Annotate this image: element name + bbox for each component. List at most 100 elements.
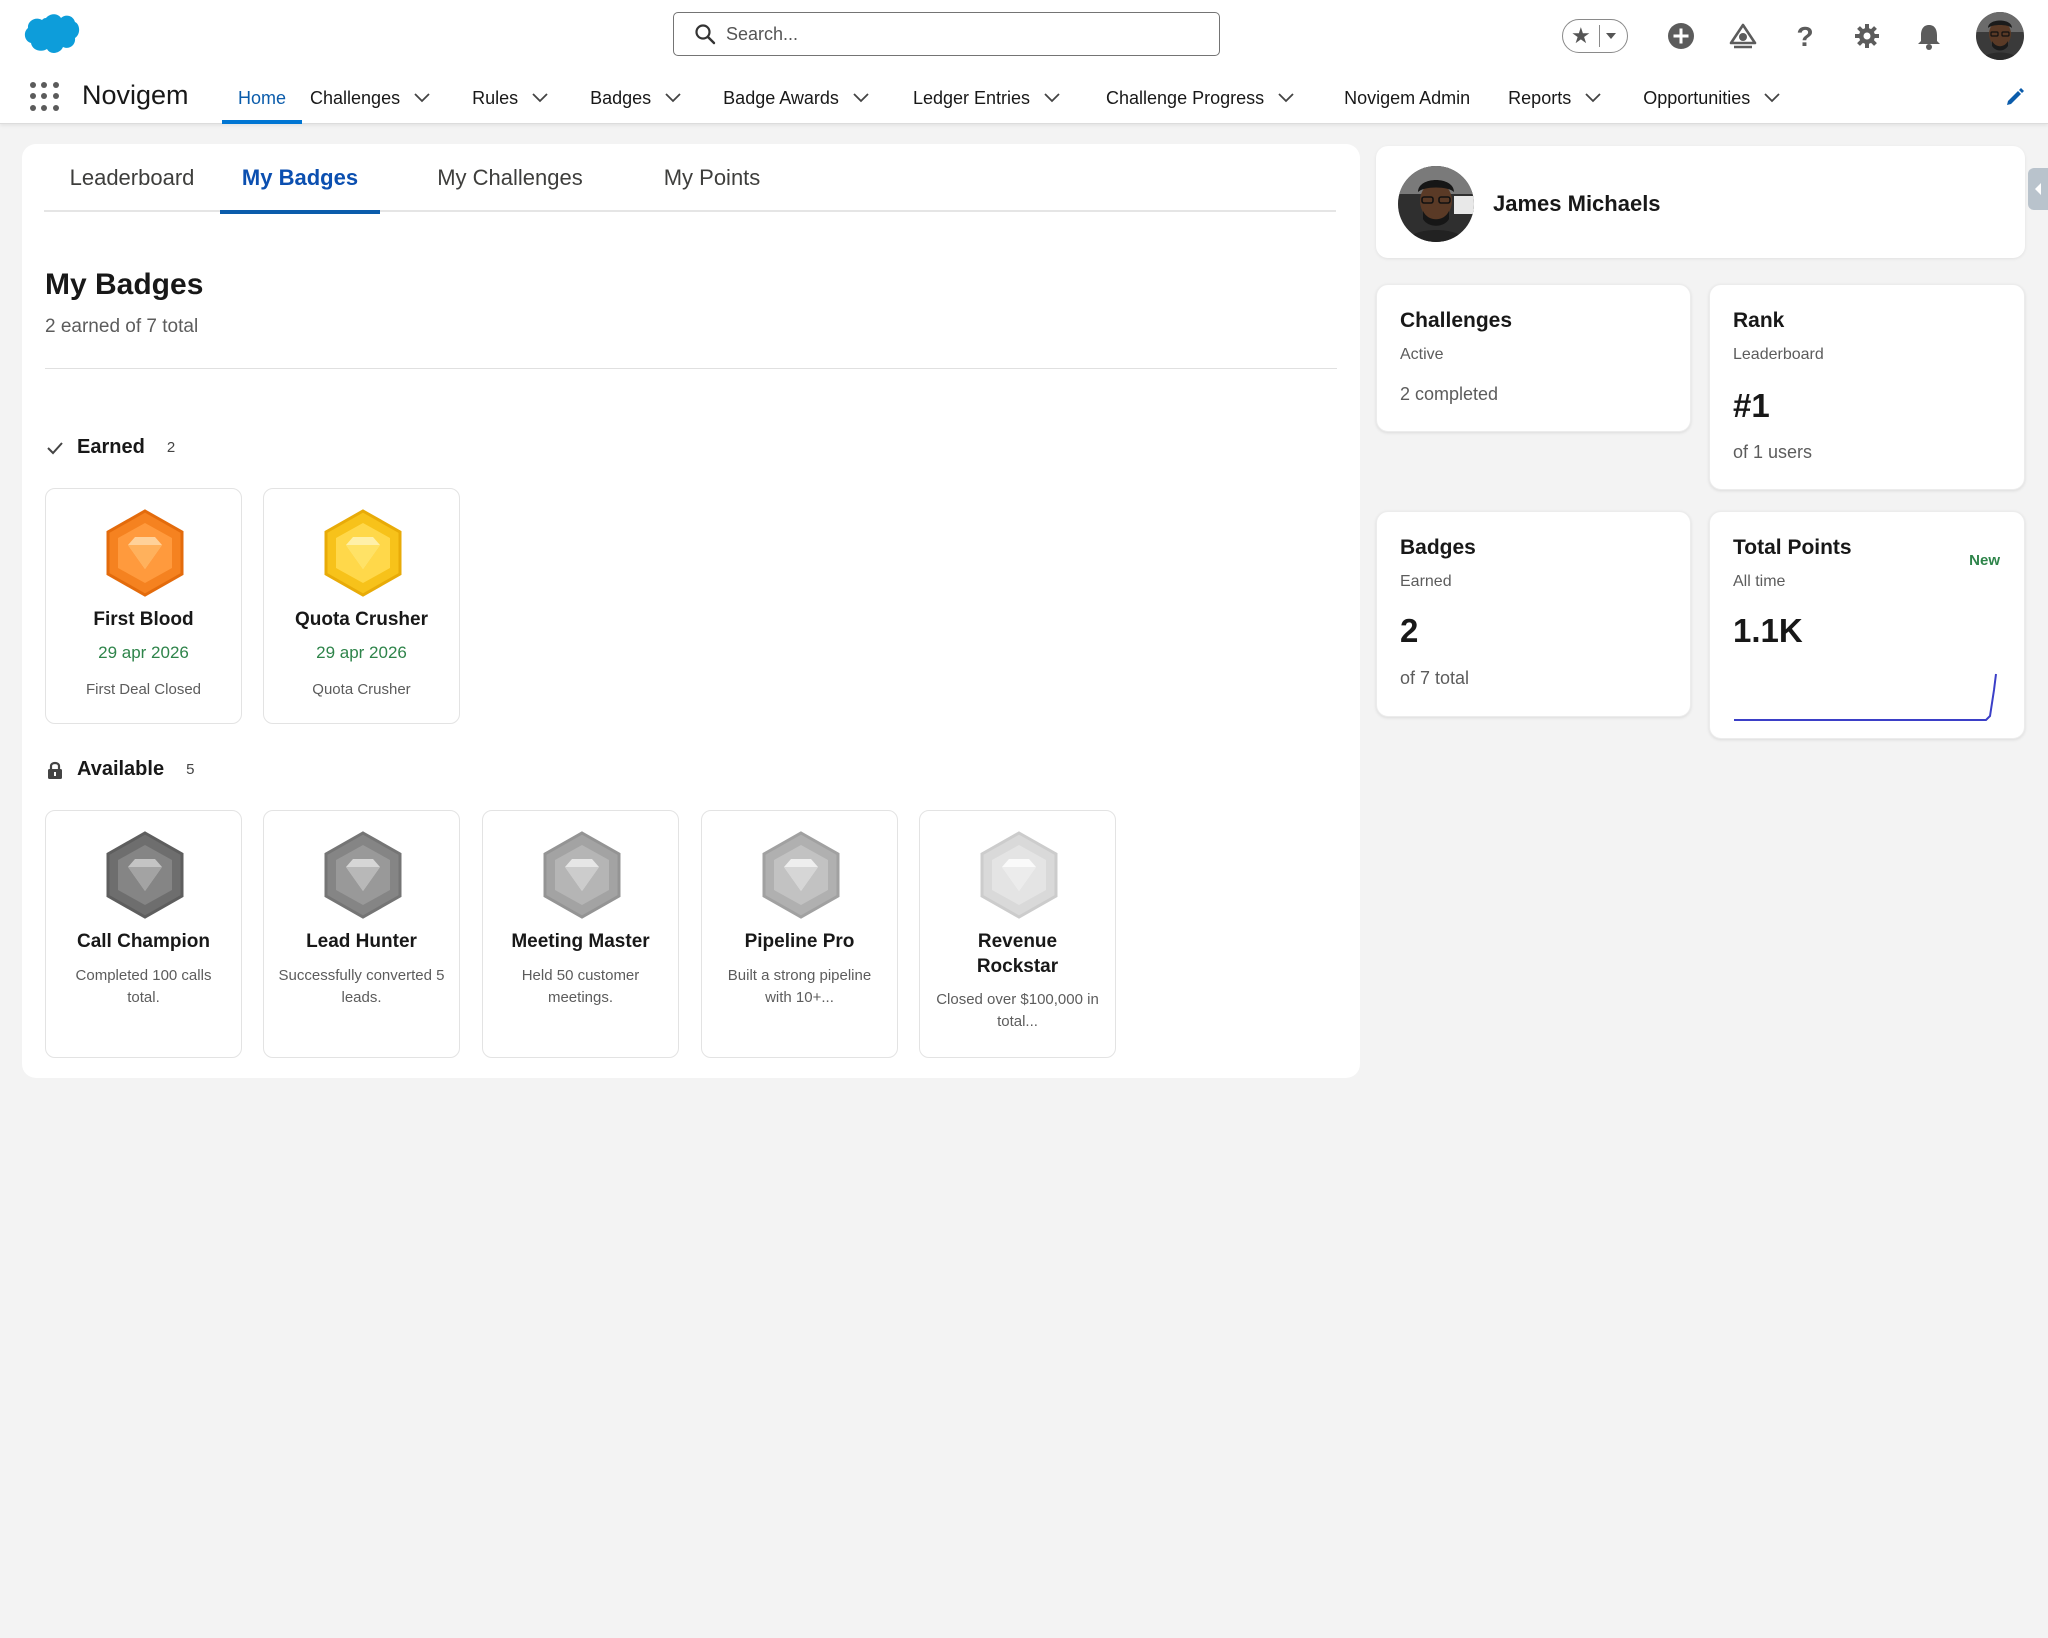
- badge-card-meeting-master[interactable]: Meeting Master Held 50 customer meetings…: [482, 810, 679, 1058]
- nav-item-label: Rules: [472, 87, 519, 108]
- nav-item-challenges[interactable]: Challenges: [306, 72, 442, 124]
- stat-title: Total Points: [1733, 536, 1852, 559]
- points-value: 1.1K: [1733, 612, 1803, 649]
- nav-item-label: Home: [238, 87, 287, 108]
- chevron-down-icon[interactable]: [1044, 93, 1060, 103]
- badges-value: 2: [1400, 612, 1419, 649]
- earned-group-header[interactable]: Earned 2: [45, 436, 175, 459]
- global-header: ★ ?: [0, 0, 2048, 124]
- profile-name: James Michaels: [1493, 191, 1661, 216]
- stat-subtitle: All time: [1733, 573, 1786, 590]
- nav-item-ledger-entries[interactable]: Ledger Entries: [881, 72, 1072, 124]
- points-sparkline: [1734, 673, 1997, 721]
- badge-name: Revenue Rockstar: [976, 931, 1059, 977]
- stat-title: Rank: [1733, 309, 1785, 332]
- salesforce-logo[interactable]: [22, 12, 80, 56]
- chevron-down-icon[interactable]: [532, 93, 548, 103]
- badge-card-lead-hunter[interactable]: Lead Hunter Successfully converted 5 lea…: [263, 810, 460, 1058]
- badge-card-first-blood[interactable]: First Blood 29 apr 2026 First Deal Close…: [45, 488, 242, 724]
- chevron-down-icon[interactable]: [414, 93, 430, 103]
- stat-card-total-points[interactable]: Total Points New All time 1.1K: [1709, 511, 2025, 739]
- checkmark-icon: [47, 441, 63, 454]
- utility-icons: ★ ?: [1562, 12, 2024, 60]
- gem-badge-locked-icon: [543, 831, 621, 919]
- nav-item-badges[interactable]: Badges: [560, 72, 693, 124]
- stat-title: Challenges: [1400, 309, 1513, 332]
- badge-card-revenue-rockstar[interactable]: Revenue Rockstar Closed over $100,000 in…: [919, 810, 1116, 1058]
- badge-earned-date: 29 apr 2026: [316, 643, 407, 662]
- badges-main-card: Leaderboard My Badges My Challenges My P…: [22, 144, 1360, 1078]
- nav-item-label: Reports: [1508, 87, 1572, 108]
- nav-item-challenge-progress[interactable]: Challenge Progress: [1072, 72, 1306, 124]
- badge-description: Held 50 customer meetings.: [521, 967, 640, 1006]
- profile-avatar[interactable]: [1398, 166, 1474, 242]
- nav-item-label: Badge Awards: [723, 87, 839, 108]
- app-name: Novigem: [82, 80, 189, 110]
- badge-description: Quota Crusher: [312, 681, 411, 698]
- user-avatar[interactable]: [1976, 12, 2024, 60]
- badge-name: Call Champion: [76, 931, 210, 952]
- stat-card-challenges[interactable]: Challenges Active 2 completed: [1376, 284, 1691, 432]
- available-group-header[interactable]: Available 5: [45, 758, 194, 781]
- stat-footnote: of 7 total: [1400, 668, 1470, 688]
- favorites-star-icon[interactable]: ★: [1571, 25, 1591, 47]
- trailhead-icon[interactable]: [1723, 16, 1763, 56]
- stat-card-rank[interactable]: Rank Leaderboard #1 of 1 users: [1709, 284, 2025, 490]
- badge-card-call-champion[interactable]: Call Champion Completed 100 calls total.: [45, 810, 242, 1058]
- earned-count: 2: [166, 439, 176, 456]
- badge-description: Built a strong pipeline with 10+...: [727, 967, 872, 1006]
- nav-item-label: Novigem Admin: [1344, 87, 1471, 108]
- help-icon[interactable]: ?: [1785, 16, 1825, 56]
- badge-name: First Blood: [93, 609, 194, 630]
- favorites-button[interactable]: ★: [1562, 19, 1628, 53]
- badge-card-pipeline-pro[interactable]: Pipeline Pro Built a strong pipeline wit…: [701, 810, 898, 1058]
- badge-card-quota-crusher[interactable]: Quota Crusher 29 apr 2026 Quota Crusher: [263, 488, 460, 724]
- page-title: My Badges: [45, 268, 204, 301]
- stat-title: Badges: [1400, 536, 1476, 559]
- nav-item-opportunities[interactable]: Opportunities: [1613, 72, 1792, 124]
- nav-items: Home Challenges Rules Badges Badge Award…: [222, 72, 1792, 124]
- badge-description: Successfully converted 5 leads.: [278, 967, 445, 1006]
- tab-my-points[interactable]: My Points: [640, 144, 784, 212]
- search-input[interactable]: [726, 23, 1166, 45]
- chevron-down-icon[interactable]: [1764, 93, 1780, 103]
- setup-gear-icon[interactable]: [1847, 16, 1887, 56]
- chevron-down-icon[interactable]: [853, 93, 869, 103]
- nav-item-home[interactable]: Home: [222, 72, 303, 124]
- notifications-bell-icon[interactable]: [1909, 16, 1949, 56]
- tab-my-badges[interactable]: My Badges: [220, 144, 380, 214]
- stat-footnote: of 1 users: [1733, 442, 1813, 462]
- global-search[interactable]: [673, 12, 1220, 56]
- favorites-menu-caret-icon[interactable]: [1599, 25, 1621, 47]
- available-count: 5: [186, 761, 195, 778]
- nav-item-novigem-admin[interactable]: Novigem Admin: [1306, 72, 1470, 124]
- rank-value: #1: [1733, 387, 1770, 424]
- nav-item-label: Badges: [590, 87, 652, 108]
- gem-badge-locked-icon: [324, 831, 402, 919]
- chevron-down-icon[interactable]: [1585, 93, 1601, 103]
- app-launcher-icon[interactable]: [30, 82, 60, 112]
- chevron-down-icon[interactable]: [665, 93, 681, 103]
- global-actions-add-icon[interactable]: [1661, 16, 1701, 56]
- nav-item-reports[interactable]: Reports: [1470, 72, 1613, 124]
- nav-item-badge-awards[interactable]: Badge Awards: [693, 72, 881, 124]
- badges-summary: 2 earned of 7 total: [45, 316, 199, 337]
- earned-label: Earned: [77, 436, 145, 458]
- tab-leaderboard[interactable]: Leaderboard: [44, 144, 220, 212]
- gem-badge-icon: [106, 509, 184, 597]
- profile-card: James Michaels: [1376, 146, 2025, 258]
- gem-badge-locked-icon: [106, 831, 184, 919]
- nav-item-rules[interactable]: Rules: [442, 72, 560, 124]
- new-badge: New: [1969, 552, 2000, 569]
- svg-text:?: ?: [1796, 21, 1813, 51]
- tab-my-challenges[interactable]: My Challenges: [380, 144, 640, 212]
- collapse-panel-button[interactable]: [2028, 168, 2048, 210]
- badge-description: First Deal Closed: [85, 681, 202, 698]
- badge-name: Quota Crusher: [294, 609, 429, 630]
- tab-bar: Leaderboard My Badges My Challenges My P…: [44, 144, 1336, 214]
- edit-nav-pencil-icon[interactable]: [2004, 86, 2026, 108]
- gem-badge-locked-icon: [980, 831, 1058, 919]
- stat-card-badges[interactable]: Badges Earned 2 of 7 total: [1376, 511, 1691, 717]
- chevron-down-icon[interactable]: [1278, 93, 1294, 103]
- app-navigation-bar: Novigem Home Challenges Rules Badges Bad…: [0, 72, 2048, 124]
